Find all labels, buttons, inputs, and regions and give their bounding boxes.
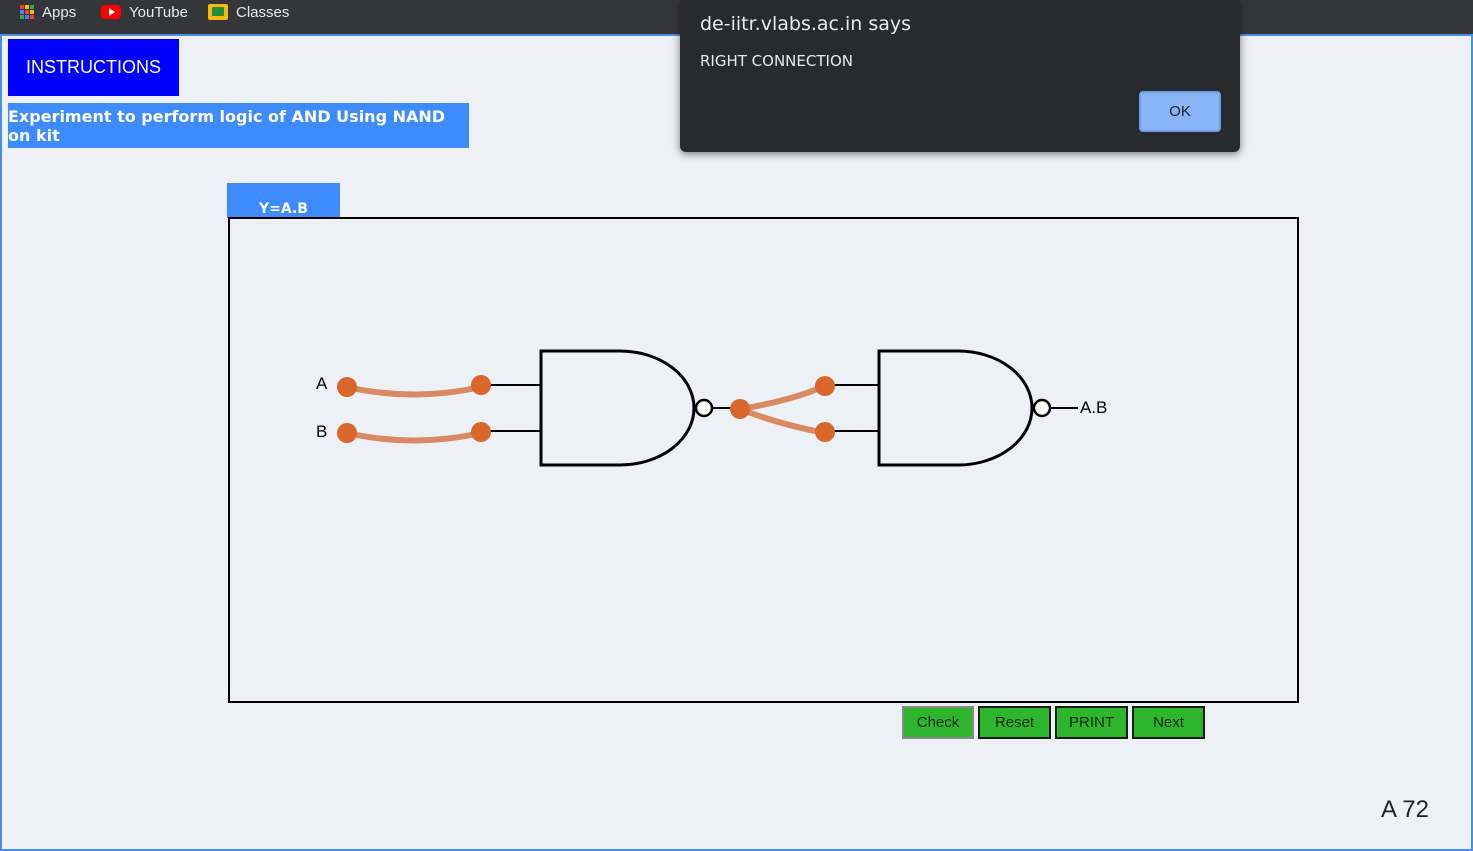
circuit-canvas: A B A.B (228, 217, 1299, 703)
input-b-label: B (316, 422, 327, 441)
node-gate1-out[interactable] (730, 399, 750, 419)
nand-gate-1 (539, 349, 696, 467)
instructions-button[interactable]: INSTRUCTIONS (8, 39, 179, 96)
bookmark-apps[interactable]: Apps (20, 0, 76, 24)
corner-label: A 72 (1380, 796, 1429, 823)
circuit-diagram: A B A.B (316, 349, 1107, 467)
wire-gate-link-upper[interactable] (737, 383, 828, 412)
output-label: A.B (1080, 398, 1107, 417)
node-input-b[interactable] (337, 423, 357, 443)
bookmark-classes[interactable]: Classes (208, 0, 289, 24)
dialog-ok-button[interactable]: OK (1139, 91, 1221, 132)
wire-gate-link-lower[interactable] (737, 406, 828, 436)
print-button[interactable]: PRINT (1055, 706, 1128, 739)
gate2-inversion-bubble (1032, 398, 1052, 418)
node-input-a[interactable] (337, 377, 357, 397)
wire-a[interactable] (344, 384, 484, 398)
wire-b[interactable] (344, 430, 484, 444)
node-gate2-in-a[interactable] (815, 376, 835, 396)
page-content: INSTRUCTIONS Experiment to perform logic… (0, 34, 1473, 851)
control-buttons: Check Reset PRINT Next (902, 706, 1205, 739)
node-gate1-in-b[interactable] (471, 422, 491, 442)
node-gate2-in-b[interactable] (815, 422, 835, 442)
alert-dialog: de-iitr.vlabs.ac.in says RIGHT CONNECTIO… (680, 0, 1240, 152)
equation-tab: Y=A.B (227, 183, 340, 218)
bookmark-youtube[interactable]: YouTube (101, 0, 188, 24)
check-button[interactable]: Check (902, 706, 974, 739)
bookmark-label: Classes (236, 3, 290, 21)
google-classroom-icon (208, 4, 228, 20)
next-button[interactable]: Next (1132, 706, 1205, 739)
dialog-title: de-iitr.vlabs.ac.in says (700, 13, 912, 35)
input-a-label: A (316, 374, 328, 393)
dialog-message: RIGHT CONNECTION (700, 52, 853, 70)
gate1-inversion-bubble (694, 398, 714, 418)
equation-label: Y=A.B (259, 201, 308, 217)
node-gate1-in-a[interactable] (471, 375, 491, 395)
experiment-title: Experiment to perform logic of AND Using… (8, 103, 469, 148)
reset-button[interactable]: Reset (978, 706, 1051, 739)
apps-grid-icon (20, 5, 34, 19)
bookmark-label: YouTube (129, 3, 188, 21)
youtube-icon (101, 5, 121, 19)
bookmark-label: Apps (42, 3, 77, 21)
nand-gate-2 (877, 349, 1034, 467)
